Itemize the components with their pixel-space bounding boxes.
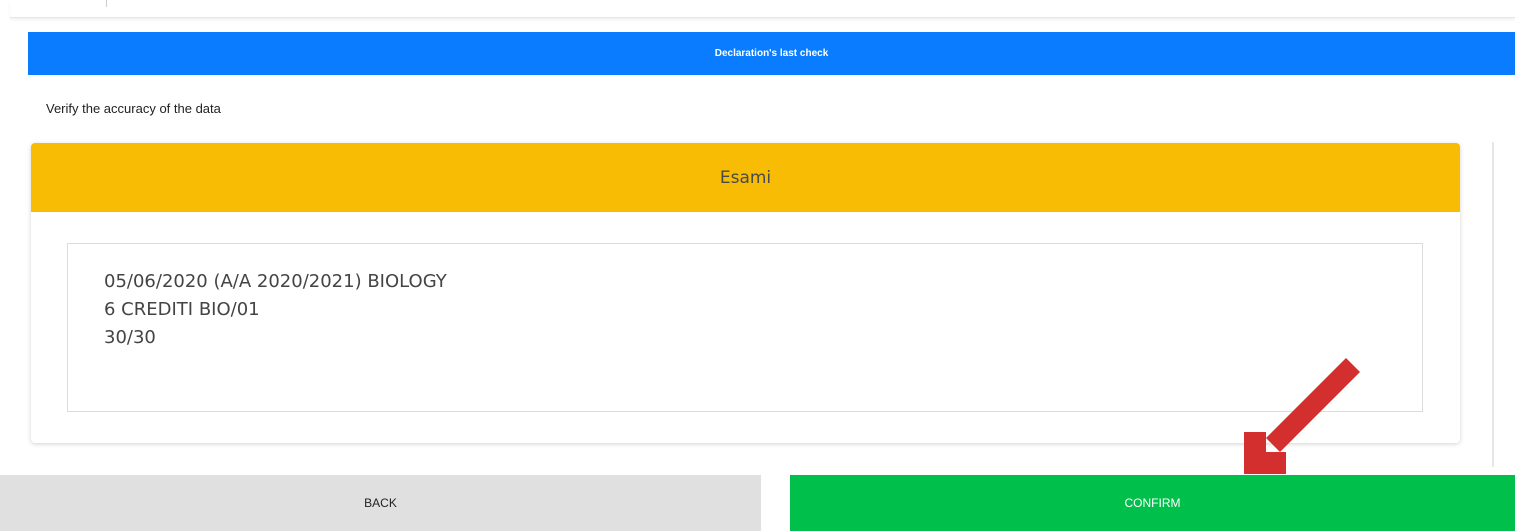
right-divider <box>1492 142 1494 467</box>
exam-section-title: Esami <box>719 167 772 188</box>
declaration-header: Declaration's last check <box>28 32 1515 75</box>
red-arrow-icon <box>1244 358 1360 474</box>
exam-item: 05/06/2020 (A/A 2020/2021) BIOLOGY 6 CRE… <box>67 243 1423 412</box>
confirm-button[interactable]: CONFIRM <box>790 475 1515 531</box>
top-strip <box>10 0 1515 18</box>
exam-section-header: Esami <box>31 143 1460 212</box>
back-button[interactable]: BACK <box>0 475 761 531</box>
subtitle-area <box>28 75 1515 143</box>
exam-date-course: 05/06/2020 (A/A 2020/2021) BIOLOGY <box>104 271 447 292</box>
header-title: Declaration's last check <box>714 48 829 59</box>
top-tick <box>106 0 107 7</box>
exam-credits: 6 CREDITI BIO/01 <box>104 299 260 320</box>
exam-grade: 30/30 <box>104 327 156 348</box>
page: Declaration's last check Verify the accu… <box>0 0 1515 531</box>
subtitle: Verify the accuracy of the data <box>46 101 221 116</box>
